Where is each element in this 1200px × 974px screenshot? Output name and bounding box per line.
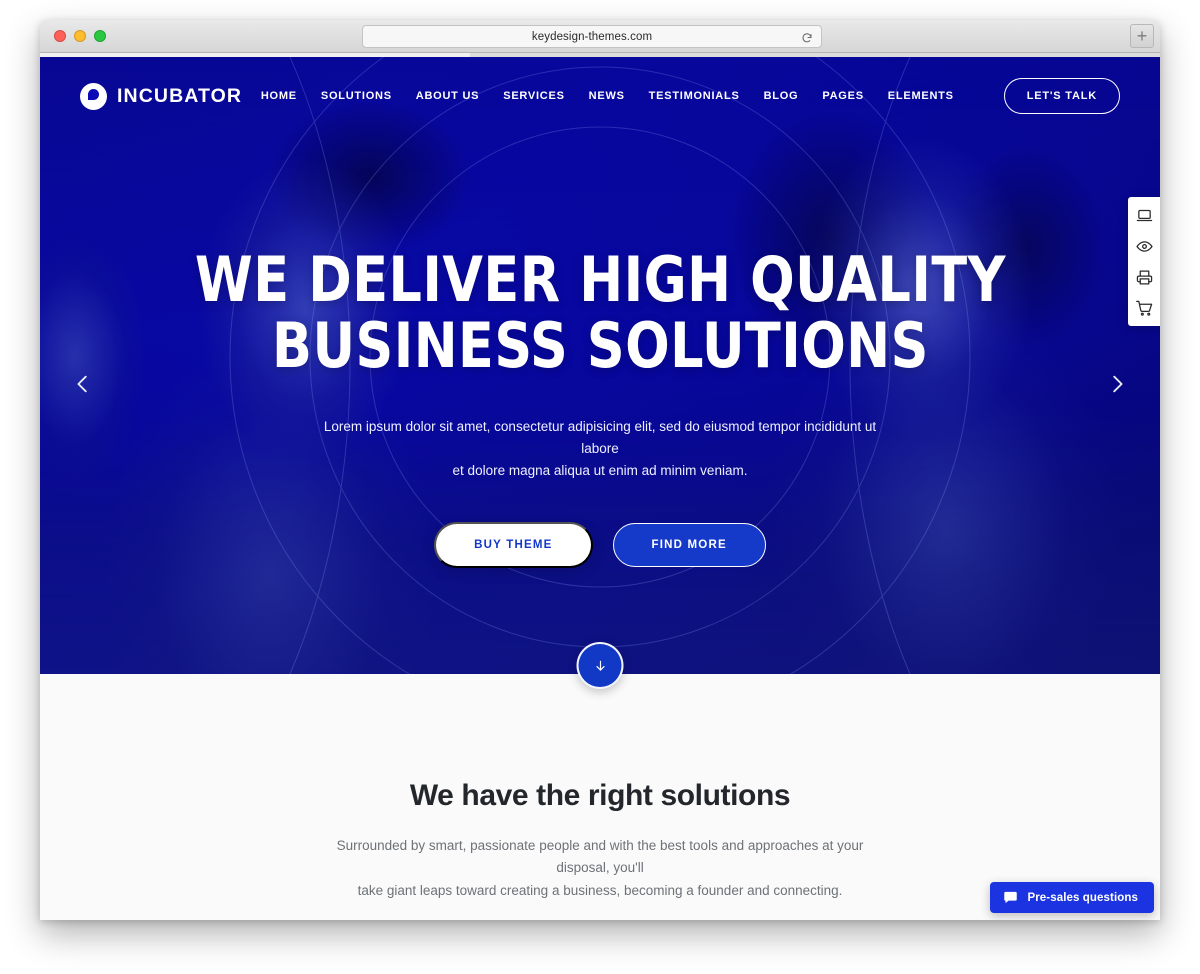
hero-title-line-1: WE DELIVER HIGH QUALITY — [194, 243, 1006, 316]
shopping-cart-icon[interactable] — [1135, 299, 1153, 317]
hero-content: WE DELIVER HIGH QUALITY BUSINESS SOLUTIO… — [40, 57, 1160, 674]
nav-item-blog[interactable]: BLOG — [764, 90, 799, 102]
main-menu: HOME SOLUTIONS ABOUT US SERVICES NEWS TE… — [261, 78, 1160, 114]
window-controls — [54, 30, 106, 42]
chevron-right-icon[interactable] — [1106, 373, 1128, 395]
side-tool-rail — [1128, 197, 1160, 326]
eye-icon[interactable] — [1135, 237, 1153, 255]
section-description-line-1: Surrounded by smart, passionate people a… — [336, 838, 864, 876]
hero-cta-group: BUY THEME FIND MORE — [434, 522, 766, 569]
hero-title: WE DELIVER HIGH QUALITY BUSINESS SOLUTIO… — [194, 246, 1005, 383]
nav-item-solutions[interactable]: SOLUTIONS — [321, 90, 392, 102]
brand-logo[interactable]: INCUBATOR — [80, 82, 243, 110]
reload-icon[interactable] — [801, 31, 813, 43]
arrow-down-icon — [595, 660, 605, 671]
hero-title-line-2: BUSINESS SOLUTIONS — [271, 309, 929, 383]
new-tab-button[interactable]: + — [1130, 24, 1154, 48]
chat-widget-label: Pre-sales questions — [1027, 891, 1138, 904]
find-more-button[interactable]: FIND MORE — [612, 523, 766, 568]
nav-item-news[interactable]: NEWS — [589, 90, 625, 102]
printer-icon[interactable] — [1135, 268, 1153, 286]
buy-theme-button[interactable]: BUY THEME — [434, 522, 593, 569]
hero-subtitle: Lorem ipsum dolor sit amet, consectetur … — [315, 416, 885, 483]
hero-section: INCUBATOR HOME SOLUTIONS ABOUT US SERVIC… — [40, 57, 1160, 674]
browser-titlebar: keydesign-themes.com + — [40, 20, 1160, 53]
close-window-button[interactable] — [54, 30, 66, 42]
nav-item-about-us[interactable]: ABOUT US — [416, 90, 479, 102]
page-viewport: INCUBATOR HOME SOLUTIONS ABOUT US SERVIC… — [40, 57, 1160, 920]
nav-item-testimonials[interactable]: TESTIMONIALS — [649, 90, 740, 102]
chevron-left-icon[interactable] — [72, 373, 94, 395]
browser-window: keydesign-themes.com + INCUBATOR HOME SO… — [40, 20, 1160, 920]
nav-item-home[interactable]: HOME — [261, 90, 297, 102]
pre-sales-chat-widget[interactable]: Pre-sales questions — [990, 882, 1154, 913]
section-description: Surrounded by smart, passionate people a… — [310, 835, 890, 902]
section-description-line-2: take giant leaps toward creating a busin… — [357, 882, 843, 898]
nav-item-pages[interactable]: PAGES — [822, 90, 863, 102]
laptop-icon[interactable] — [1135, 206, 1153, 224]
chat-bubble-icon — [1003, 890, 1018, 905]
nav-item-services[interactable]: SERVICES — [503, 90, 564, 102]
lets-talk-button[interactable]: LET'S TALK — [1003, 78, 1120, 114]
scroll-down-button[interactable] — [576, 642, 624, 689]
site-navbar: INCUBATOR HOME SOLUTIONS ABOUT US SERVIC… — [40, 57, 1160, 135]
address-bar[interactable]: keydesign-themes.com — [362, 25, 822, 48]
maximize-window-button[interactable] — [94, 30, 106, 42]
nav-item-elements[interactable]: ELEMENTS — [888, 90, 954, 102]
url-text: keydesign-themes.com — [531, 30, 653, 43]
hero-subtitle-line-2: et dolore magna aliqua ut enim ad minim … — [452, 463, 748, 479]
hero-subtitle-line-1: Lorem ipsum dolor sit amet, consectetur … — [323, 418, 877, 456]
incubator-logo-icon — [80, 82, 107, 110]
minimize-window-button[interactable] — [74, 30, 86, 42]
brand-name: INCUBATOR — [117, 84, 243, 107]
section-title: We have the right solutions — [409, 779, 791, 812]
